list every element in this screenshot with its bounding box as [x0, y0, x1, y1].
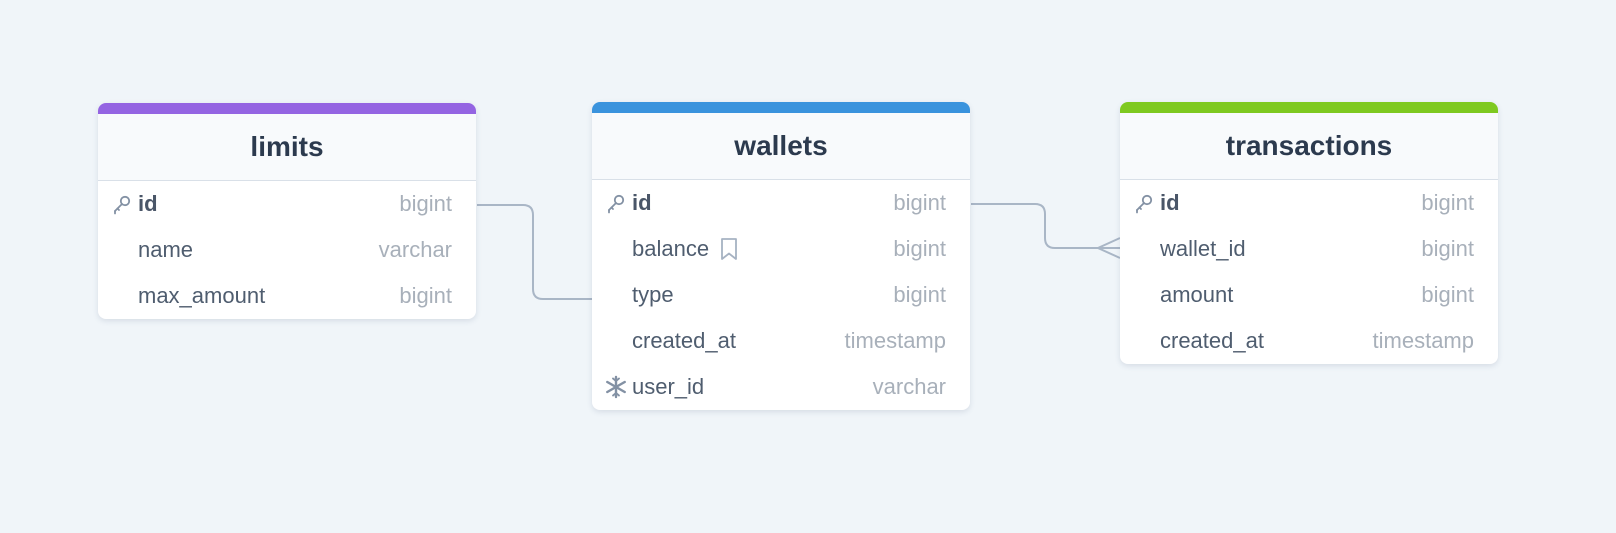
table-header[interactable]: transactions [1120, 113, 1498, 180]
bookmark-icon[interactable] [719, 237, 739, 261]
table-limits[interactable]: limits id bigint name varchar max_amount… [98, 103, 476, 319]
column-type: bigint [1421, 282, 1474, 307]
table-header[interactable]: wallets [592, 113, 970, 180]
column-type: bigint [399, 191, 452, 216]
column-row-id[interactable]: id bigint [98, 181, 476, 227]
column-name: amount [1160, 282, 1234, 307]
table-transactions[interactable]: transactions id bigint wallet_id bigint … [1120, 102, 1498, 364]
column-name: id [1160, 190, 1180, 215]
column-row-max-amount[interactable]: max_amount bigint [98, 273, 476, 319]
column-name: created_at [1160, 328, 1264, 353]
column-row-name[interactable]: name varchar [98, 227, 476, 273]
column-name: name [138, 237, 194, 262]
column-type: timestamp [844, 328, 946, 353]
key-icon [604, 180, 628, 226]
column-type: bigint [1421, 236, 1474, 261]
relation-limits-wallets[interactable] [477, 204, 592, 300]
column-name: id [138, 191, 158, 216]
column-name: user_id [632, 374, 705, 399]
column-row-amount[interactable]: amount bigint [1120, 272, 1498, 318]
column-type: varchar [872, 374, 946, 399]
key-icon [110, 181, 134, 227]
column-type: bigint [399, 283, 452, 308]
column-row-wallet-id[interactable]: wallet_id bigint [1120, 226, 1498, 272]
relation-wallets-transactions[interactable] [971, 203, 1120, 249]
table-accent-stripe [98, 103, 476, 114]
column-type: varchar [378, 237, 452, 262]
table-wallets[interactable]: wallets id bigint balance bigint type bi… [592, 102, 970, 410]
column-row-type[interactable]: type bigint [592, 272, 970, 318]
column-row-id[interactable]: id bigint [1120, 180, 1498, 226]
column-name: created_at [632, 328, 736, 353]
column-name: type [632, 282, 674, 307]
column-row-user-id[interactable]: user_id varchar [592, 364, 970, 410]
column-type: bigint [893, 190, 946, 215]
column-list: id bigint wallet_id bigint amount bigint… [1120, 180, 1498, 364]
column-row-balance[interactable]: balance bigint [592, 226, 970, 272]
column-row-created-at[interactable]: created_at timestamp [592, 318, 970, 364]
column-row-created-at[interactable]: created_at timestamp [1120, 318, 1498, 364]
column-type: bigint [1421, 190, 1474, 215]
table-accent-stripe [1120, 102, 1498, 113]
column-name: max_amount [138, 283, 266, 308]
table-accent-stripe [592, 102, 970, 113]
key-icon [1132, 180, 1156, 226]
column-type: bigint [893, 236, 946, 261]
column-name: wallet_id [1160, 236, 1246, 261]
column-list: id bigint balance bigint type bigint cre… [592, 180, 970, 410]
snowflake-icon [604, 364, 628, 410]
table-header[interactable]: limits [98, 114, 476, 181]
column-type: bigint [893, 282, 946, 307]
column-name: id [632, 190, 652, 215]
column-list: id bigint name varchar max_amount bigint [98, 181, 476, 319]
crows-foot-many-icon [1095, 237, 1121, 259]
column-type: timestamp [1372, 328, 1474, 353]
column-name: balance [632, 236, 710, 261]
diagram-canvas[interactable]: limits id bigint name varchar max_amount… [0, 0, 1616, 533]
column-row-id[interactable]: id bigint [592, 180, 970, 226]
